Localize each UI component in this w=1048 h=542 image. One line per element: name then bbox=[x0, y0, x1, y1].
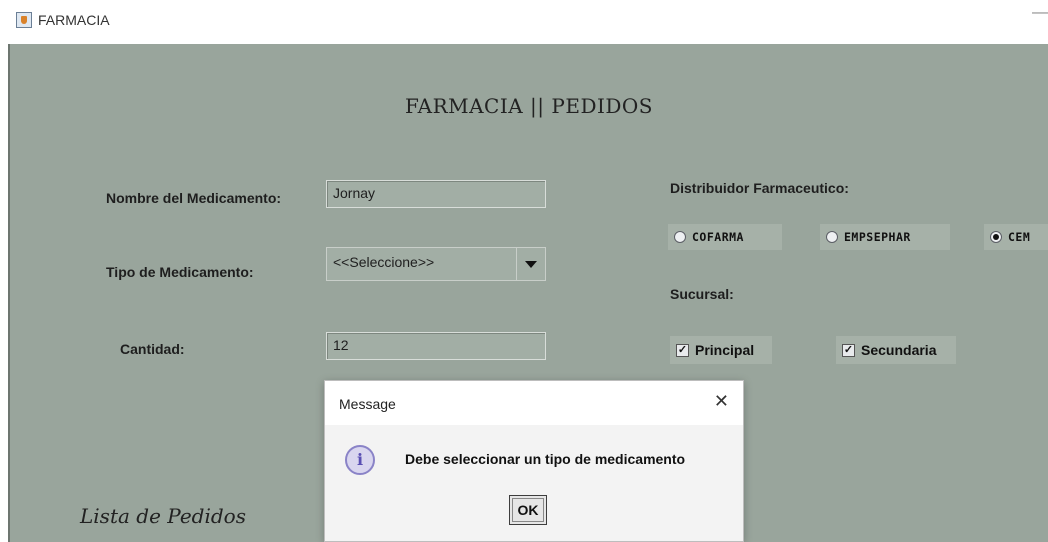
minimize-button[interactable]: — bbox=[1032, 4, 1048, 22]
tipo-label: Tipo de Medicamento: bbox=[106, 264, 254, 280]
checkmark-icon: ✓ bbox=[842, 343, 855, 357]
info-icon: i bbox=[345, 445, 375, 475]
checkmark-icon: ✓ bbox=[676, 343, 689, 357]
radio-circle-icon bbox=[674, 231, 686, 243]
message-dialog: Message ✕ i Debe seleccionar un tipo de … bbox=[324, 380, 744, 542]
checkbox-secundaria-label: Secundaria bbox=[861, 342, 937, 358]
radio-cofarma-label: COFARMA bbox=[692, 230, 744, 244]
dialog-message: Debe seleccionar un tipo de medicamento bbox=[405, 451, 686, 467]
java-app-icon bbox=[16, 12, 32, 28]
distribuidor-label: Distribuidor Farmaceutico: bbox=[670, 180, 849, 196]
title-bar: FARMACIA — bbox=[8, 0, 1048, 44]
radio-cofarma[interactable]: COFARMA bbox=[668, 224, 782, 250]
lista-pedidos-label: Lista de Pedidos bbox=[80, 504, 246, 528]
radio-empsephar-label: EMPSEPHAR bbox=[844, 230, 911, 244]
checkbox-principal[interactable]: ✓ Principal bbox=[670, 336, 772, 364]
form-header: FARMACIA || PEDIDOS bbox=[404, 94, 654, 118]
dialog-title-bar: Message ✕ bbox=[325, 381, 743, 425]
dialog-title: Message bbox=[339, 396, 396, 412]
nombre-label: Nombre del Medicamento: bbox=[106, 190, 282, 206]
tipo-combobox[interactable]: <<Seleccione>> bbox=[326, 247, 546, 281]
ok-button[interactable]: OK bbox=[509, 495, 547, 525]
chevron-down-icon[interactable] bbox=[516, 248, 545, 280]
sucursal-label: Sucursal: bbox=[670, 286, 734, 302]
radio-empsephar[interactable]: EMPSEPHAR bbox=[820, 224, 950, 250]
radio-cem[interactable]: CEM bbox=[984, 224, 1048, 250]
cantidad-label: Cantidad: bbox=[120, 341, 185, 357]
tipo-selected-value: <<Seleccione>> bbox=[333, 254, 435, 270]
radio-cem-label: CEM bbox=[1008, 230, 1031, 244]
window-title: FARMACIA bbox=[38, 12, 110, 28]
checkbox-secundaria[interactable]: ✓ Secundaria bbox=[836, 336, 956, 364]
cantidad-input[interactable]: 12 bbox=[326, 332, 546, 360]
radio-selected-icon bbox=[990, 231, 1002, 243]
radio-circle-icon bbox=[826, 231, 838, 243]
checkbox-principal-label: Principal bbox=[695, 342, 755, 358]
nombre-input[interactable]: Jornay bbox=[326, 180, 546, 208]
close-icon[interactable]: ✕ bbox=[714, 391, 729, 412]
